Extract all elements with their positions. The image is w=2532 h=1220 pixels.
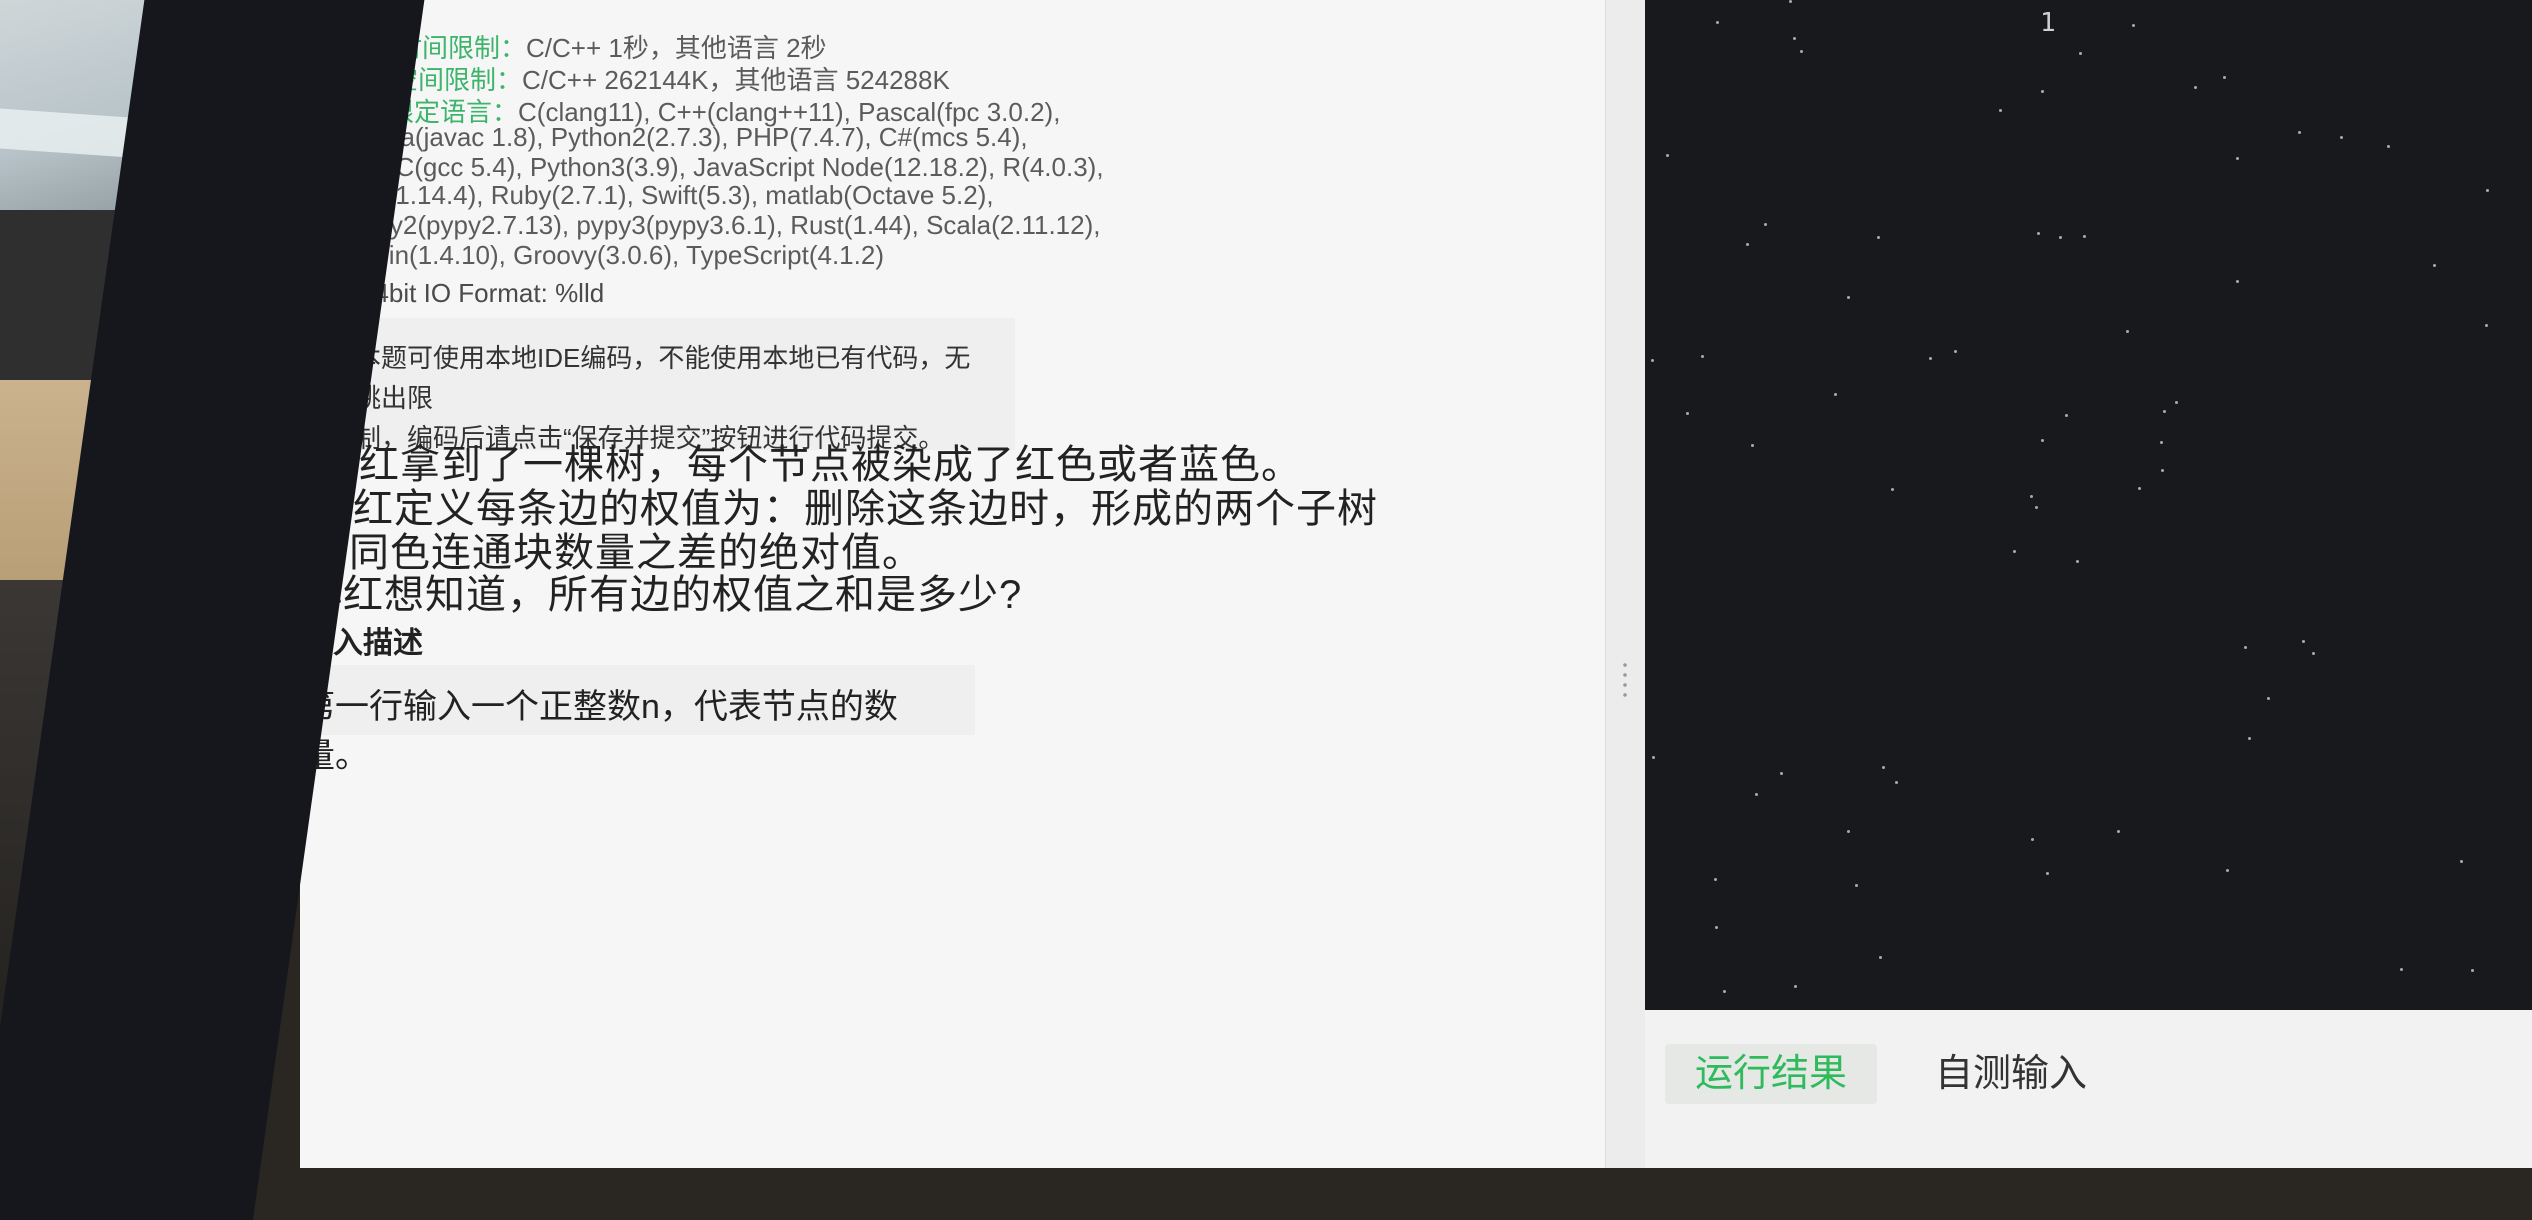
language-line: ObjC(gcc 5.4), Python3(3.9), JavaScript … — [355, 152, 1104, 182]
noise-speck — [2083, 235, 2086, 238]
noise-speck — [1789, 0, 1792, 3]
notice-line: 本题可使用本地IDE编码，不能使用本地已有代码，无跳出限 — [355, 343, 971, 413]
problem-panel: #1 #2 1 2 时间限制：C/C++ 1秒，其他语言 2秒 空间限制：C/C… — [256, 0, 1605, 1168]
noise-speck — [1929, 357, 1932, 360]
noise-speck — [2223, 76, 2226, 79]
noise-speck — [2340, 136, 2343, 139]
noise-speck — [1954, 350, 1957, 353]
io-format: 64bit IO Format: %lld — [360, 278, 605, 308]
screen: #1 #2 1 2 时间限制：C/C++ 1秒，其他语言 2秒 空间限制：C/C… — [256, 0, 2532, 1168]
noise-speck — [2400, 968, 2403, 971]
noise-speck — [2046, 872, 2049, 875]
noise-speck — [1895, 781, 1898, 784]
editor-line-number: 1 — [2040, 8, 2056, 38]
noise-speck — [1666, 154, 1669, 157]
noise-speck — [1999, 109, 2002, 112]
noise-speck — [2194, 86, 2197, 89]
noise-speck — [2065, 414, 2068, 417]
noise-speck — [2079, 52, 2082, 55]
noise-speck — [2117, 830, 2120, 833]
noise-speck — [1651, 359, 1654, 362]
noise-speck — [2387, 145, 2390, 148]
noise-speck — [2161, 469, 2164, 472]
noise-speck — [1891, 488, 1894, 491]
noise-speck — [2312, 652, 2315, 655]
noise-speck — [1794, 985, 1797, 988]
noise-speck — [2226, 869, 2229, 872]
noise-speck — [1652, 756, 1655, 759]
noise-speck — [1686, 412, 1689, 415]
notice-box: 本题可使用本地IDE编码，不能使用本地已有代码，无跳出限 制，编码后请点击“保存… — [325, 318, 1015, 453]
noise-speck — [2037, 232, 2040, 235]
noise-speck — [2302, 640, 2305, 643]
language-line: pypy2(pypy2.7.13), pypy3(pypy3.6.1), Rus… — [348, 210, 1101, 240]
noise-speck — [2041, 90, 2044, 93]
tab-self-test-input[interactable]: 自测输入 — [1905, 1044, 2117, 1104]
noise-speck — [2013, 550, 2016, 553]
noise-speck — [1764, 223, 1767, 226]
noise-speck — [2031, 838, 2034, 841]
noise-speck — [2433, 264, 2436, 267]
noise-speck — [1847, 830, 1850, 833]
noise-speck — [1714, 878, 1717, 881]
noise-speck — [2248, 737, 2251, 740]
noise-speck — [2236, 157, 2239, 160]
drag-handle-icon[interactable] — [1622, 660, 1628, 700]
noise-speck — [2236, 280, 2239, 283]
noise-speck — [1715, 926, 1718, 929]
language-line: Java(javac 1.8), Python2(2.7.3), PHP(7.4… — [360, 122, 1028, 152]
noise-speck — [2267, 697, 2270, 700]
noise-speck — [2485, 324, 2488, 327]
noise-speck — [1834, 393, 1837, 396]
noise-speck — [2041, 439, 2044, 442]
noise-speck — [1751, 444, 1754, 447]
noise-speck — [2244, 646, 2247, 649]
noise-speck — [1800, 50, 1803, 53]
noise-speck — [1780, 772, 1783, 775]
noise-speck — [1793, 37, 1796, 40]
noise-speck — [1723, 990, 1726, 993]
noise-speck — [1746, 243, 1749, 246]
noise-speck — [2163, 410, 2166, 413]
space-limit-value: C/C++ 262144K，其他语言 524288K — [522, 65, 950, 95]
language-line: Go(1.14.4), Ruby(2.7.1), Swift(5.3), mat… — [352, 180, 994, 210]
panel-splitter[interactable] — [1605, 0, 1646, 1168]
noise-speck — [1879, 956, 1882, 959]
language-line: Kotlin(1.4.10), Groovy(3.0.6), TypeScrip… — [344, 240, 884, 270]
noise-speck — [1716, 21, 1719, 24]
noise-speck — [1882, 766, 1885, 769]
description-line: 小红想知道，所有边的权值之和是多少? — [302, 573, 1023, 617]
noise-speck — [2160, 441, 2163, 444]
noise-speck — [2126, 330, 2129, 333]
noise-speck — [2486, 189, 2489, 192]
tab-run-result[interactable]: 运行结果 — [1665, 1044, 1878, 1104]
noise-speck — [2460, 860, 2463, 863]
noise-speck — [1701, 355, 1704, 358]
code-editor[interactable]: 1 — [1645, 0, 2532, 1010]
noise-speck — [2471, 969, 2474, 972]
noise-speck — [1847, 296, 1850, 299]
noise-speck — [1855, 884, 1858, 887]
noise-speck — [2076, 560, 2079, 563]
noise-speck — [2035, 506, 2038, 509]
noise-speck — [2059, 236, 2062, 239]
input-description: 第一行输入一个正整数n，代表节点的数量。 — [285, 665, 975, 775]
result-area: 运行结果 自测输入 — [1645, 1010, 2532, 1168]
noise-speck — [2132, 24, 2135, 27]
time-limit-value: C/C++ 1秒，其他语言 2秒 — [526, 33, 827, 63]
noise-speck — [2030, 495, 2033, 498]
noise-speck — [1877, 236, 1880, 239]
noise-speck — [2175, 401, 2178, 404]
noise-speck — [1755, 793, 1758, 796]
noise-speck — [2298, 131, 2301, 134]
noise-speck — [2138, 487, 2141, 490]
editor-noise — [1645, 0, 2532, 1010]
